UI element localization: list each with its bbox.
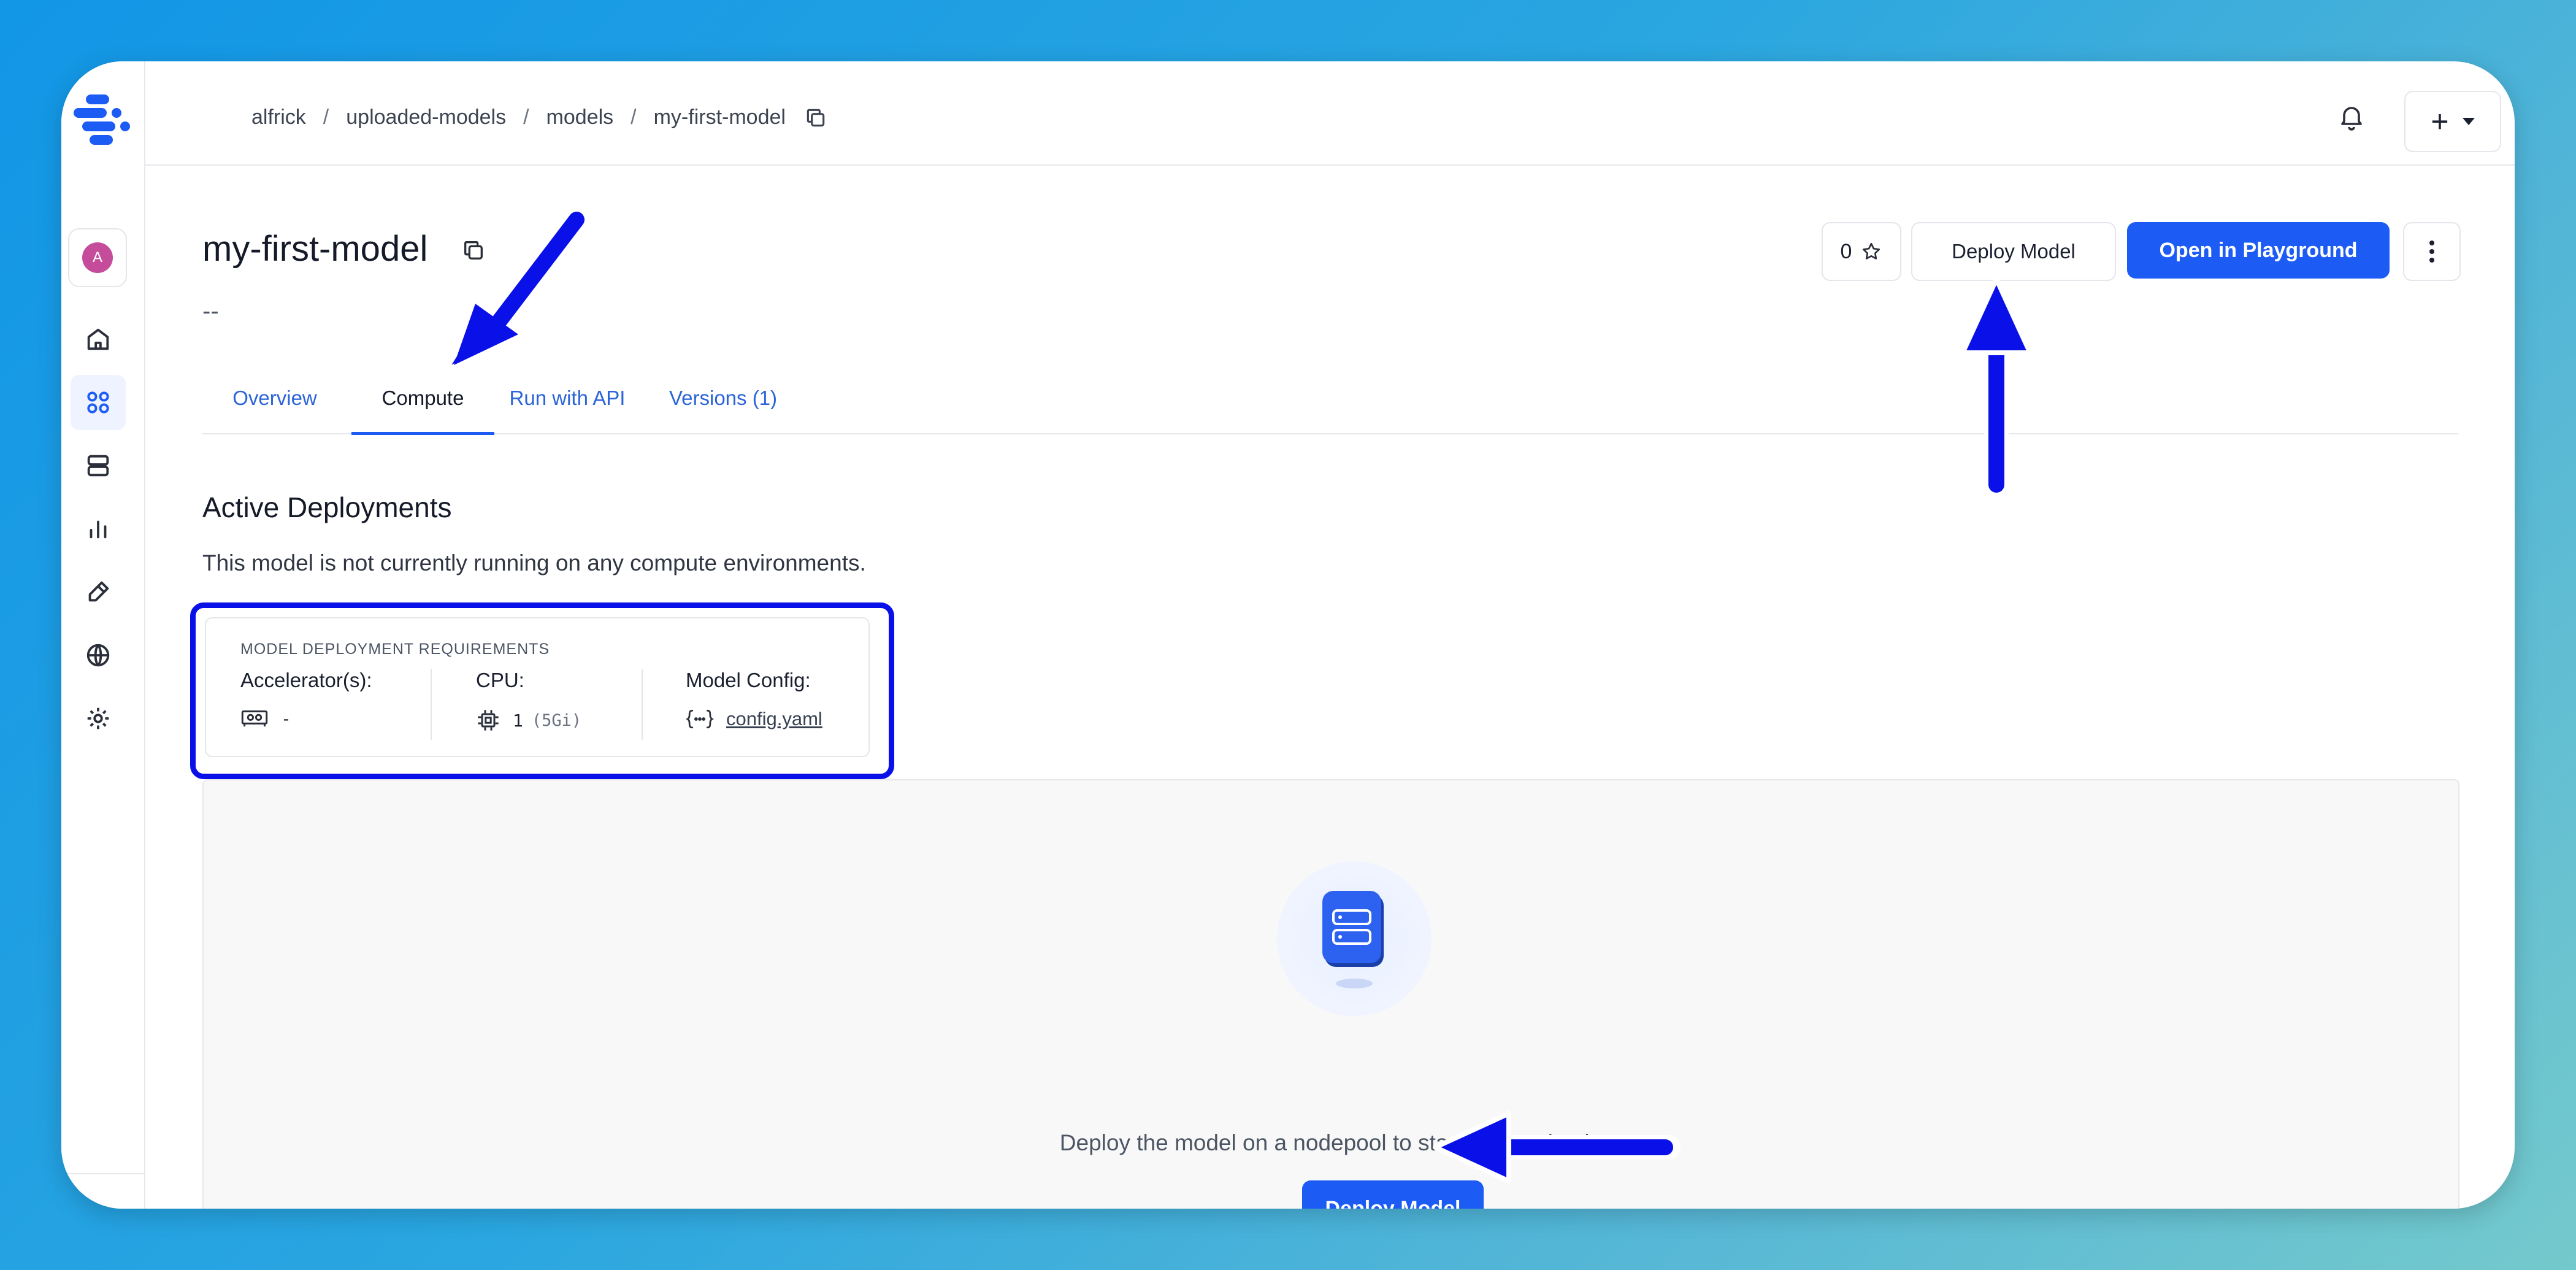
tab-compute[interactable]: Compute	[351, 387, 494, 435]
model-description: --	[202, 298, 219, 325]
star-icon	[1863, 242, 1880, 260]
account-switcher[interactable]: A	[68, 228, 127, 287]
globe-icon	[86, 644, 110, 667]
pen-icon	[88, 581, 109, 602]
star-button[interactable]: 0	[1822, 222, 1901, 281]
tab-overview[interactable]: Overview	[202, 387, 347, 432]
home-icon	[87, 328, 109, 350]
copy-icon[interactable]	[804, 106, 827, 129]
grid-icon	[87, 391, 109, 414]
annotation-arrow-to-empty-deploy-button	[1433, 1111, 1681, 1183]
tab-versions[interactable]: Versions (1)	[640, 387, 806, 432]
app-logo[interactable]	[72, 93, 131, 146]
sidebar-item-compute[interactable]	[71, 438, 126, 493]
section-subtitle: This model is not currently running on a…	[202, 550, 866, 575]
sidebar-item-usage[interactable]	[71, 501, 126, 556]
breadcrumb-item-current: my-first-model	[653, 106, 786, 129]
annotation-highlight-box	[190, 602, 894, 779]
breadcrumb-item-section[interactable]: models	[546, 106, 614, 129]
sidebar-item-explore[interactable]	[71, 628, 126, 683]
breadcrumb: alfrick / uploaded-models / models / my-…	[251, 106, 827, 129]
model-tabs: Overview Compute Run with API Versions (…	[202, 387, 2458, 435]
server-icon	[87, 455, 109, 477]
breadcrumb-separator: /	[323, 106, 329, 129]
tab-run-with-api[interactable]: Run with API	[494, 387, 640, 432]
more-vertical-icon-dot	[2429, 249, 2434, 254]
more-vertical-icon-dot	[2429, 258, 2434, 263]
more-vertical-icon	[2429, 241, 2434, 245]
page-title: my-first-model	[202, 229, 428, 269]
sidebar-item-models[interactable]	[71, 375, 126, 430]
star-count: 0	[1840, 239, 1852, 263]
breadcrumb-separator: /	[631, 106, 637, 129]
chevron-down-icon	[2462, 118, 2475, 125]
open-in-playground-button[interactable]: Open in Playground	[2127, 222, 2390, 279]
sidebar: A	[61, 61, 145, 1209]
gear-icon	[87, 707, 109, 729]
server-illustration-icon	[1322, 891, 1384, 988]
empty-state-illustration	[1277, 861, 1432, 1016]
sidebar-item-home[interactable]	[71, 312, 126, 367]
plus-icon: +	[2431, 104, 2449, 139]
more-options-button[interactable]	[2403, 222, 2461, 281]
account-avatar: A	[82, 242, 113, 273]
breadcrumb-item-owner[interactable]: alfrick	[251, 106, 306, 129]
bar-chart-icon	[90, 520, 107, 539]
sidebar-footer-divider	[61, 1173, 144, 1174]
section-title: Active Deployments	[202, 491, 452, 523]
breadcrumb-separator: /	[523, 106, 529, 129]
empty-state-panel: Deploy the model on a nodepool to start …	[202, 779, 2459, 1209]
breadcrumb-item-app[interactable]: uploaded-models	[346, 106, 506, 129]
empty-state-message: Deploy the model on a nodepool to start …	[1059, 1130, 1603, 1155]
sidebar-item-settings[interactable]	[71, 691, 126, 746]
top-header: alfrick / uploaded-models / models / my-…	[145, 61, 2515, 166]
create-new-button[interactable]: +	[2404, 91, 2501, 152]
sidebar-item-labeling[interactable]	[71, 564, 126, 620]
bell-icon[interactable]	[2337, 102, 2366, 131]
annotation-arrow-to-deploy-button	[1960, 277, 2033, 497]
annotation-arrow-to-compute-tab	[442, 209, 601, 374]
